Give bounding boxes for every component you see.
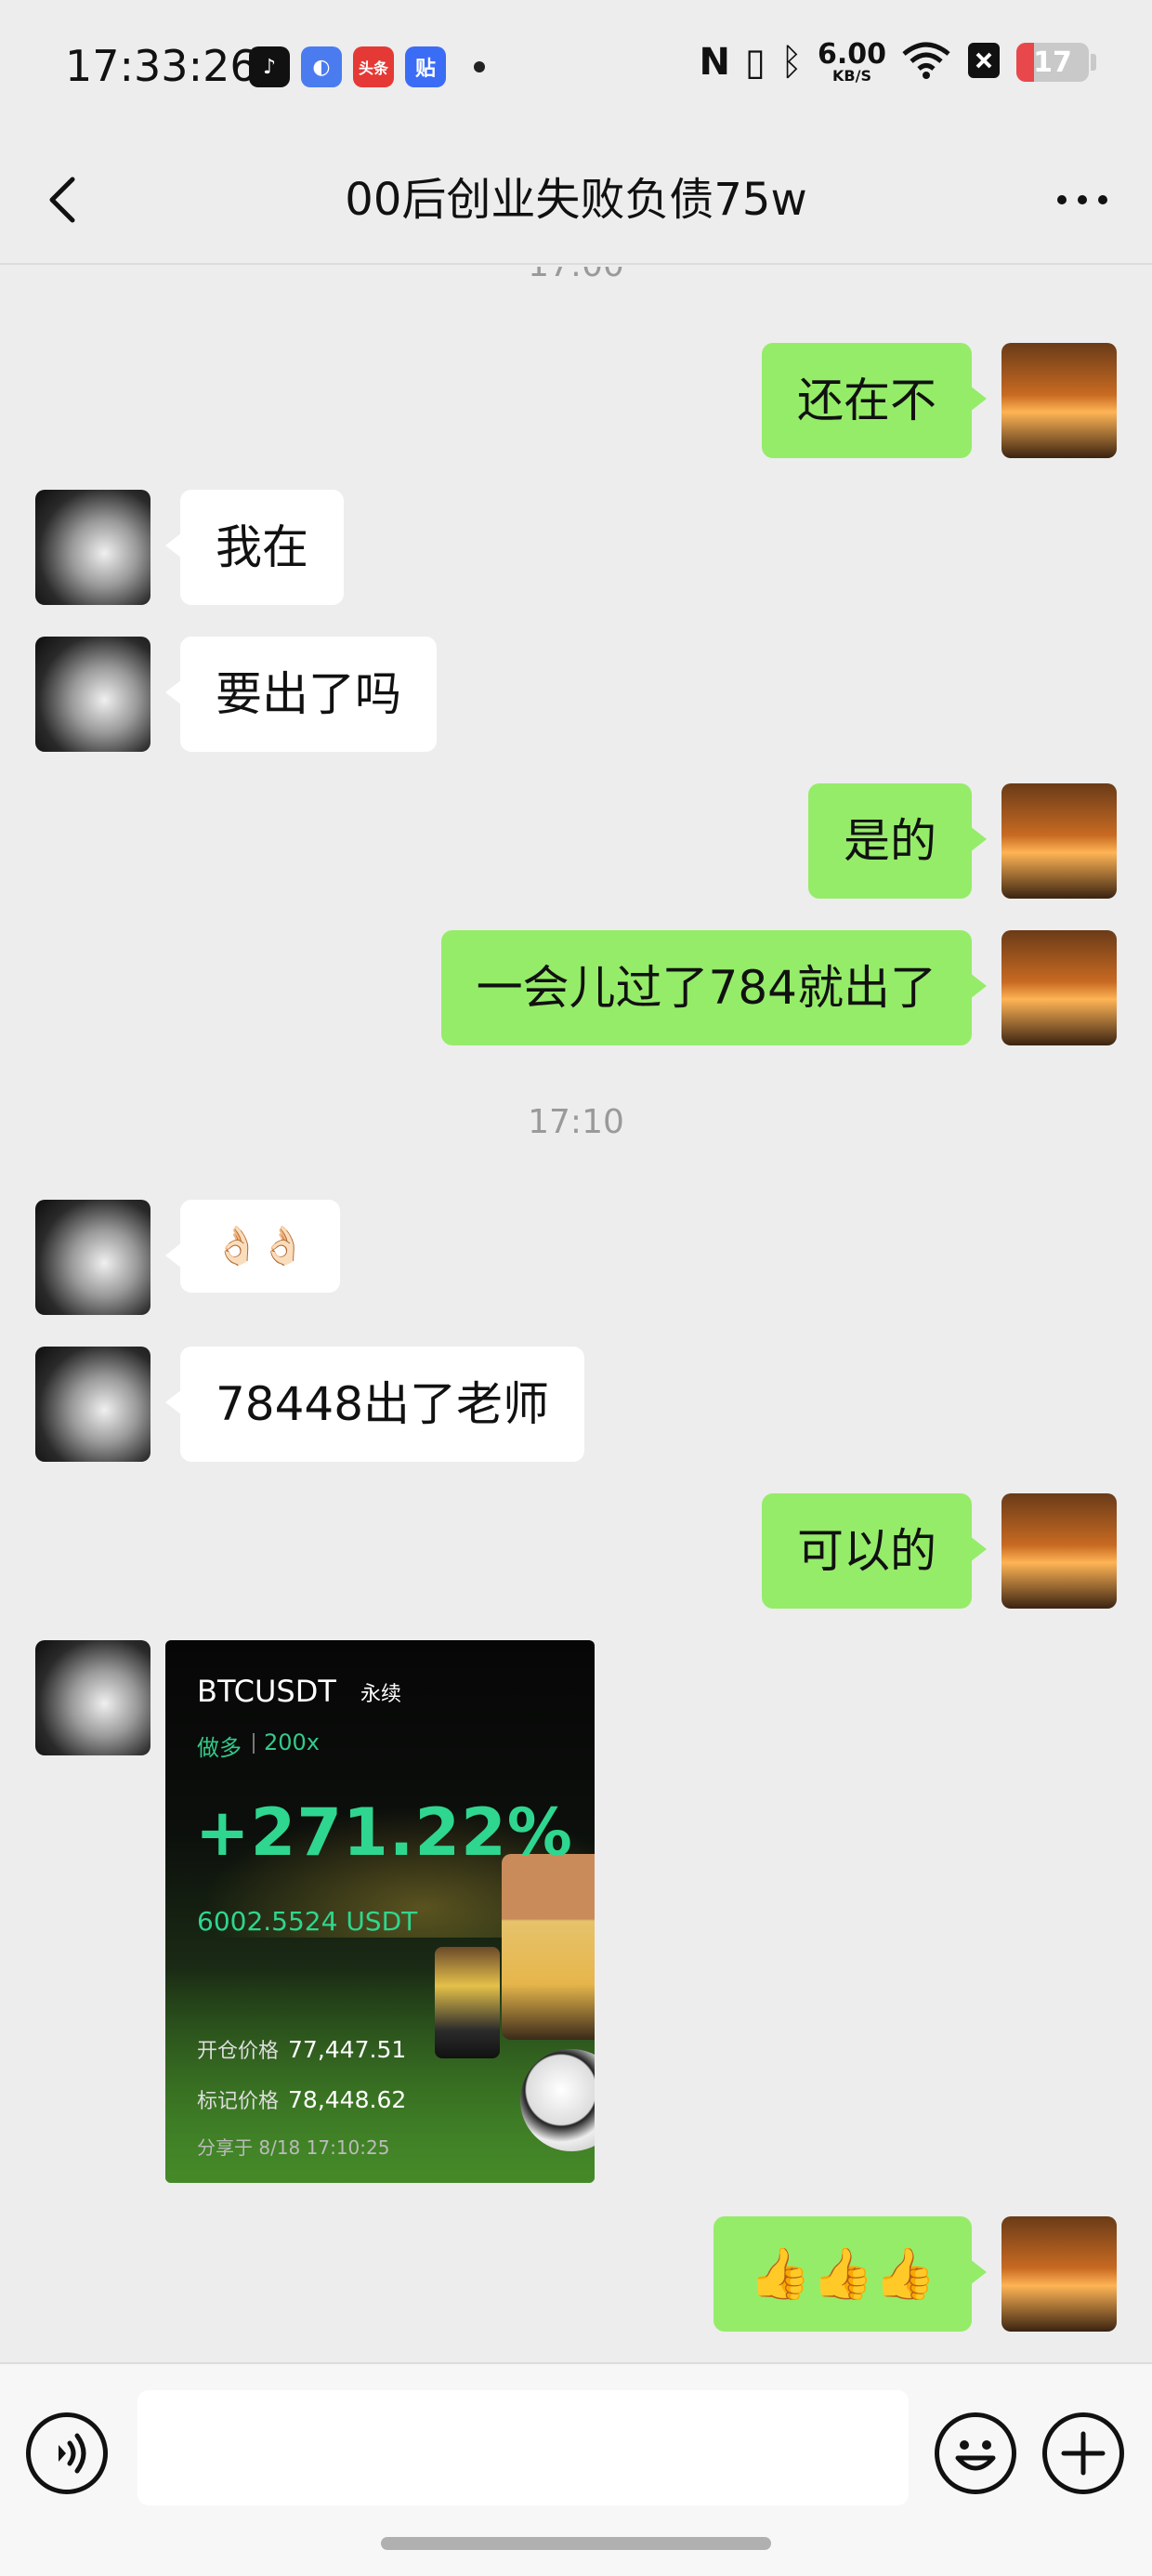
chat-header: 00后创业失败负债75w <box>0 135 1152 265</box>
vibrate-icon: ▯ <box>744 41 766 84</box>
more-dot-icon <box>1057 195 1067 204</box>
footballer-figure-graphic <box>435 1947 500 2058</box>
pnl-amount: 6002.5524 USDT <box>197 1906 418 1937</box>
more-dot-icon <box>1098 195 1107 204</box>
message-list[interactable]: 17:00 还在不 我在 要出了吗 是的 一会儿过了784就出了 17:10 👌… <box>0 267 1152 2362</box>
message-bubble-contact[interactable]: 78448出了老师 <box>164 1347 585 1462</box>
timestamp: 17:10 <box>528 1103 624 1141</box>
home-indicator[interactable] <box>381 2537 771 2550</box>
pixel-character-graphic <box>502 1854 595 2040</box>
message-bubble-self[interactable]: 是的 <box>808 783 987 899</box>
open-price-value: 77,447.51 <box>288 2036 407 2063</box>
battery-tip <box>1091 54 1096 71</box>
more-notifications-dot-icon <box>474 61 485 72</box>
mark-price-row: 标记价格 78,448.62 <box>197 2084 406 2114</box>
message-bubble-self[interactable]: 👍👍👍 <box>713 2216 987 2332</box>
message-bubble-contact[interactable]: 要出了吗 <box>165 637 437 752</box>
status-bar: 17:33:26 ♪ ◐ 头条 贴 N ▯ ᛒ 6.00 KB/S 17 <box>0 0 1152 135</box>
network-speed-value: 6.00 <box>817 38 886 71</box>
leverage: 200x <box>264 1729 321 1755</box>
message-bubble-contact[interactable]: 👌🏻👌🏻 <box>165 1200 340 1293</box>
timestamp: 17:00 <box>0 267 1152 284</box>
pnl-percent: +271.22% <box>195 1794 573 1871</box>
tiktok-icon: ♪ <box>249 46 290 87</box>
avatar-self[interactable] <box>1001 783 1117 899</box>
message-bubble-contact[interactable]: 我在 <box>165 490 344 605</box>
nfc-icon: N <box>699 41 730 84</box>
network-speed: 6.00 KB/S <box>818 41 886 84</box>
avatar-contact[interactable] <box>35 1640 151 1755</box>
plus-icon <box>1061 2431 1106 2476</box>
contract-type: 永续 <box>360 1683 402 1706</box>
wifi-icon <box>901 41 951 84</box>
message-bubble-self[interactable]: 可以的 <box>762 1493 987 1609</box>
status-icons: N ▯ ᛒ 6.00 KB/S 17 <box>699 39 1096 85</box>
avatar-self[interactable] <box>1001 2216 1117 2332</box>
mark-price-label: 标记价格 <box>197 2090 280 2113</box>
avatar-self[interactable] <box>1001 343 1117 458</box>
position-side: 做多 <box>197 1735 242 1761</box>
shared-time: 分享于 8/18 17:10:25 <box>197 2136 390 2159</box>
voice-input-button[interactable] <box>26 2412 108 2494</box>
status-time: 17:33:26 <box>65 41 257 91</box>
mark-price-value: 78,448.62 <box>288 2086 407 2113</box>
avatar-contact[interactable] <box>35 490 151 605</box>
sim-disabled-icon <box>966 41 1001 84</box>
avatar-self[interactable] <box>1001 930 1117 1045</box>
avatar-contact[interactable] <box>35 637 151 752</box>
emoji-button[interactable] <box>935 2412 1016 2494</box>
more-actions-button[interactable] <box>1042 2412 1124 2494</box>
message-bubble-self[interactable]: 还在不 <box>762 343 987 458</box>
message-input[interactable] <box>137 2390 909 2505</box>
message-bubble-self[interactable]: 一会儿过了784就出了 <box>440 930 988 1045</box>
open-price-row: 开仓价格 77,447.51 <box>197 2034 406 2064</box>
tieba-icon: 贴 <box>405 46 446 87</box>
avatar-contact[interactable] <box>35 1200 151 1315</box>
toutiao-icon: 头条 <box>353 46 394 87</box>
browser-icon: ◐ <box>301 46 342 87</box>
battery-icon: 17 <box>1016 43 1089 82</box>
avatar-self[interactable] <box>1001 1493 1117 1609</box>
bluetooth-icon: ᛒ <box>779 41 803 84</box>
notification-app-icons: ♪ ◐ 头条 贴 <box>249 46 485 87</box>
voice-icon <box>59 2433 86 2474</box>
more-dot-icon <box>1078 195 1087 204</box>
more-options-button[interactable] <box>1041 163 1124 237</box>
emoji-icon <box>955 2440 996 2471</box>
trade-symbol: BTCUSDT <box>197 1674 336 1709</box>
avatar-contact[interactable] <box>35 1347 151 1462</box>
network-speed-unit: KB/S <box>832 67 871 85</box>
battery-level: 17 <box>1033 46 1072 79</box>
divider <box>253 1733 255 1754</box>
trade-share-image[interactable]: BTCUSDT 永续 做多 200x +271.22% 6002.5524 US… <box>165 1640 595 2183</box>
chat-title: 00后创业失败负债75w <box>345 174 807 226</box>
open-price-label: 开仓价格 <box>197 2040 280 2063</box>
